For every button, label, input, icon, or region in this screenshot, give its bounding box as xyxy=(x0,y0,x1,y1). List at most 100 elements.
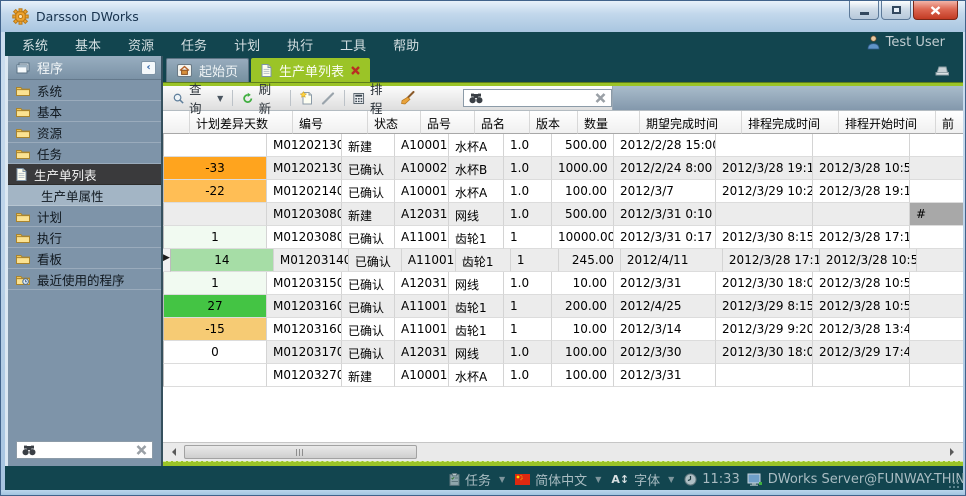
table-row[interactable]: M012032701新建A10001水杯A1.0100.002012/3/31 xyxy=(163,364,963,387)
server-name: DWorks Server@FUNWAY-THINKPAD xyxy=(768,472,966,487)
table-row[interactable]: 1M012031501已确认A12031网线1.010.002012/3/312… xyxy=(163,272,963,295)
folder-icon xyxy=(16,127,30,138)
cell-sched-start-time: 2012/3/28 17:13 xyxy=(813,226,910,249)
cell-expected-finish-time: 2012/2/28 15:00 xyxy=(614,134,716,157)
sidebar-collapse-button[interactable]: ‹ xyxy=(141,61,156,75)
close-tab-icon[interactable] xyxy=(351,66,360,75)
clean-button[interactable] xyxy=(396,88,419,108)
cell-item-name: 网线 xyxy=(449,341,504,364)
menu-item[interactable]: 系统 xyxy=(22,35,48,54)
resize-grip-icon[interactable] xyxy=(949,478,959,488)
cell-status: 已确认 xyxy=(349,249,402,272)
cell-item-name: 齿轮1 xyxy=(449,226,504,249)
clear-search-icon[interactable] xyxy=(136,445,147,455)
query-button[interactable]: 查询 ▼ xyxy=(169,88,227,108)
cell-item-name: 齿轮1 xyxy=(456,249,511,272)
cell-version: 1.0 xyxy=(504,203,552,226)
scrollbar-thumb[interactable] xyxy=(184,445,417,459)
cell-order-no: M012021301 xyxy=(267,134,342,157)
table-row[interactable]: -33M012021302已确认A10002水杯B1.01000.002012/… xyxy=(163,157,963,180)
query-dropdown-icon[interactable]: ▼ xyxy=(217,94,223,103)
cell-order-no: M012030801 xyxy=(267,203,342,226)
new-button[interactable] xyxy=(296,88,317,108)
toolbar-search-box[interactable] xyxy=(463,89,612,107)
sidebar-item[interactable]: 任务 xyxy=(8,143,161,164)
font-button[interactable]: A↕ 字体 ▼ xyxy=(611,470,677,489)
table-row[interactable]: M012021301新建A10001水杯A1.0500.002012/2/28 … xyxy=(163,134,963,157)
cell-status: 新建 xyxy=(342,203,395,226)
sidebar-item[interactable]: 生产单属性 xyxy=(8,185,161,206)
close-button[interactable] xyxy=(913,1,958,20)
sidebar-search-box[interactable] xyxy=(16,441,153,459)
cell-item-no: A10001 xyxy=(395,134,449,157)
cell-item-name: 齿轮1 xyxy=(449,295,504,318)
table-row[interactable]: 0M012031701已确认A12031网线1.0100.002012/3/30… xyxy=(163,341,963,364)
language-button[interactable]: 简体中文 ▼ xyxy=(515,470,604,489)
sidebar-item-label: 任务 xyxy=(37,144,62,163)
menu-item[interactable]: 任务 xyxy=(181,35,207,54)
sidebar-item[interactable]: 生产单列表 xyxy=(8,164,161,185)
cell-diff-days: -33 xyxy=(164,157,267,180)
cell-item-no: A11001 xyxy=(395,318,449,341)
cell-version: 1 xyxy=(504,318,552,341)
clock-status: 11:33 xyxy=(684,472,739,487)
edit-button[interactable] xyxy=(317,88,339,108)
menu-item[interactable]: 计划 xyxy=(234,35,260,54)
status-time: 11:33 xyxy=(702,472,739,487)
column-header-item-no[interactable]: 品号 xyxy=(421,111,475,134)
sidebar-item[interactable]: 看板 xyxy=(8,248,161,269)
toolbar-separator xyxy=(232,90,233,106)
current-row-indicator[interactable]: ▶ xyxy=(163,249,171,272)
sidebar-item[interactable]: 计划 xyxy=(8,206,161,227)
horizontal-scrollbar[interactable] xyxy=(163,442,963,461)
column-header-quantity[interactable]: 数量 xyxy=(578,111,640,134)
task-menu-button[interactable]: 任务 ▼ xyxy=(449,470,508,489)
cell-diff-days xyxy=(164,134,267,157)
column-header-version[interactable]: 版本 xyxy=(530,111,578,134)
window-list-icon[interactable] xyxy=(934,61,949,80)
cell-order-no: M012031601 xyxy=(267,295,342,318)
menu-item[interactable]: 资源 xyxy=(128,35,154,54)
sidebar-item[interactable]: 基本 xyxy=(8,101,161,122)
user-icon xyxy=(867,35,880,50)
menu-item[interactable]: 工具 xyxy=(340,35,366,54)
toolbar-separator xyxy=(290,90,291,106)
sidebar-item[interactable]: 最近使用的程序 xyxy=(8,269,161,290)
menu-item[interactable]: 帮助 xyxy=(393,35,419,54)
table-row[interactable]: ▶14M012031402已确认A11001齿轮11245.002012/4/1… xyxy=(163,249,963,272)
scroll-right-button[interactable] xyxy=(945,445,959,459)
table-row[interactable]: 27M012031601已确认A11001齿轮11200.002012/4/25… xyxy=(163,295,963,318)
column-header-expected-finish-time[interactable]: 期望完成时间 xyxy=(640,111,742,134)
column-header-clipped-col[interactable]: 前 xyxy=(936,111,963,134)
user-badge[interactable]: Test User xyxy=(867,35,945,50)
table-row[interactable]: 1M012030802已确认A11001齿轮1110000.002012/3/3… xyxy=(163,226,963,249)
refresh-button[interactable]: 刷新 xyxy=(238,88,285,108)
maximize-button[interactable] xyxy=(881,1,911,20)
column-header-sched-start-time[interactable]: 排程开始时间 xyxy=(839,111,936,134)
cell-item-no: A11001 xyxy=(395,226,449,249)
column-header-item-name[interactable]: 品名 xyxy=(475,111,530,134)
toolbar: 查询 ▼ 刷新 xyxy=(163,86,963,110)
table-row[interactable]: M012030801新建A12031网线1.0500.002012/3/31 0… xyxy=(163,203,963,226)
cell-expected-finish-time: 2012/2/24 8:00 xyxy=(614,157,716,180)
clear-search-icon[interactable] xyxy=(595,93,606,103)
menu-item[interactable]: 执行 xyxy=(287,35,313,54)
scroll-left-button[interactable] xyxy=(166,445,180,459)
column-header-order-no[interactable]: 编号 xyxy=(293,111,368,134)
sidebar-item[interactable]: 资源 xyxy=(8,122,161,143)
cell-diff-days: 14 xyxy=(171,249,274,272)
sidebar-item[interactable]: 系统 xyxy=(8,80,161,101)
cell-diff-days: -22 xyxy=(164,180,267,203)
schedule-button[interactable]: 排程 xyxy=(349,88,396,108)
binoculars-icon xyxy=(469,93,483,104)
sidebar-item[interactable]: 执行 xyxy=(8,227,161,248)
minimize-button[interactable] xyxy=(849,1,879,20)
table-row[interactable]: -22M012021401已确认A10001水杯A1.0100.002012/3… xyxy=(163,180,963,203)
menu-item[interactable]: 基本 xyxy=(75,35,101,54)
cell-status: 已确认 xyxy=(342,295,395,318)
cell-expected-finish-time: 2012/3/14 xyxy=(614,318,716,341)
sidebar-header: 程序 ‹ xyxy=(8,56,161,80)
cell-clipped-col xyxy=(910,180,963,203)
table-row[interactable]: -15M012031602已确认A11001齿轮1110.002012/3/14… xyxy=(163,318,963,341)
column-header-sched-finish-time[interactable]: 排程完成时间 xyxy=(742,111,839,134)
